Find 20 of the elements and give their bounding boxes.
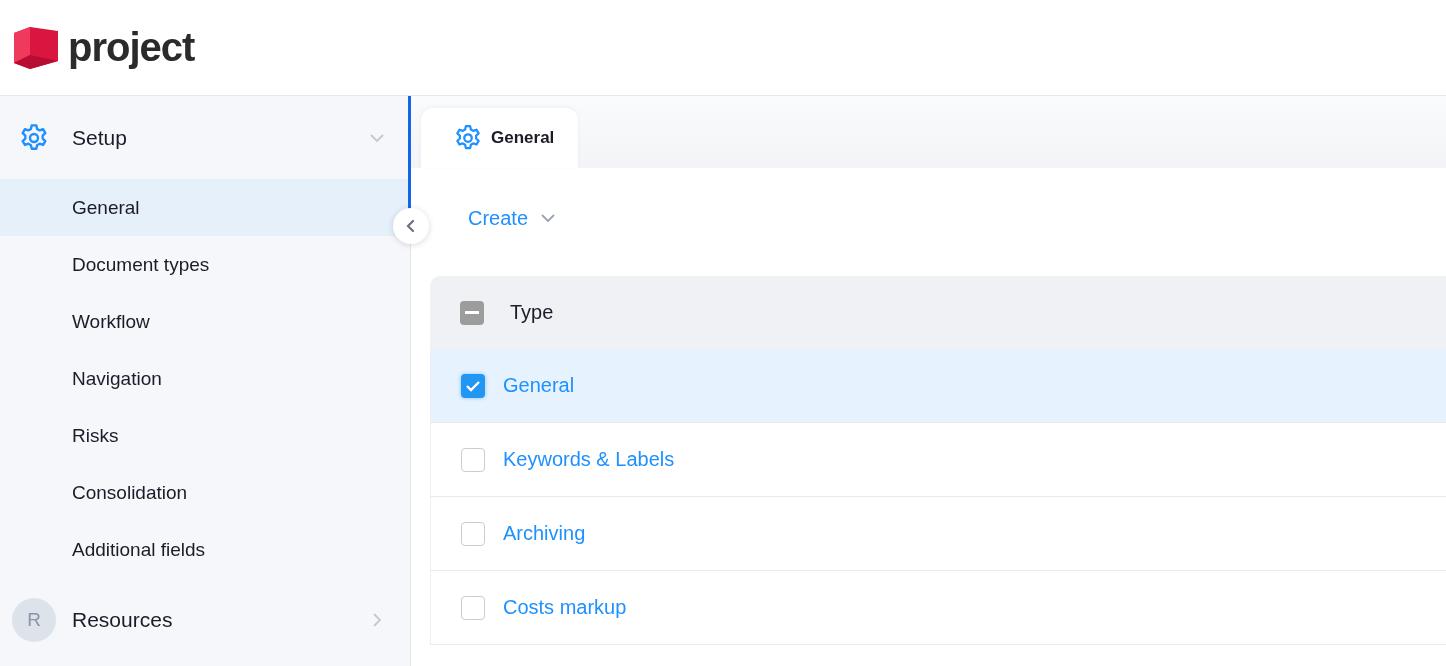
checkbox[interactable]	[461, 595, 485, 620]
avatar-circle: R	[12, 597, 56, 642]
sidebar-item[interactable]: Workflow	[0, 293, 410, 350]
sidebar-group[interactable]: Setup	[72, 125, 368, 150]
sidebar-group[interactable]: Resources	[72, 607, 368, 632]
checkbox[interactable]	[461, 521, 485, 546]
sidebar-item[interactable]: Additional fields	[0, 521, 410, 578]
checkbox[interactable]	[461, 373, 485, 398]
cube-logo-icon	[12, 24, 60, 71]
sidebar-item[interactable]: General	[0, 179, 410, 236]
column-header[interactable]: Type	[510, 301, 554, 324]
checkbox[interactable]	[461, 447, 485, 472]
sidebar-item[interactable]: Navigation	[0, 350, 410, 407]
checkbox[interactable]	[460, 300, 484, 325]
sidebar-item[interactable]: Document types	[0, 236, 410, 293]
sidebar-item[interactable]: Consolidation	[0, 464, 410, 521]
logo-text: project	[68, 25, 195, 70]
minus-icon	[465, 310, 479, 315]
tab[interactable]: General	[421, 108, 579, 168]
sidebar-item[interactable]: Risks	[0, 407, 410, 464]
